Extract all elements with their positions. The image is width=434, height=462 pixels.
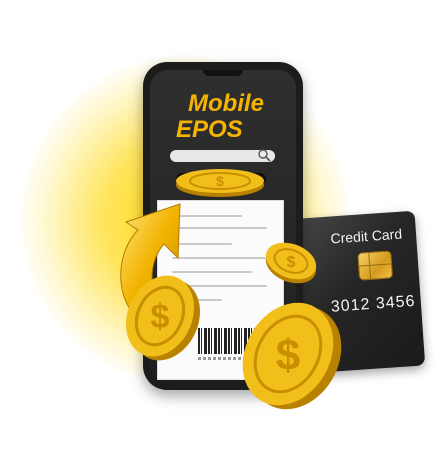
- svg-text:$: $: [216, 173, 224, 189]
- phone-notch: [203, 70, 243, 76]
- search-input[interactable]: [170, 148, 275, 162]
- dollar-coin-icon: $: [176, 169, 264, 197]
- dollar-coin-icon: $: [265, 242, 317, 284]
- dollar-coin-icon: $: [125, 275, 201, 361]
- svg-text:$: $: [287, 254, 296, 271]
- svg-text:$: $: [151, 298, 170, 336]
- app-title-line1: Mobile: [188, 90, 264, 117]
- svg-text:$: $: [276, 331, 300, 380]
- dollar-coin-icon: $: [242, 302, 342, 410]
- card-label: Credit Card: [330, 225, 403, 247]
- card-chip-icon: [357, 250, 394, 281]
- search-icon[interactable]: [257, 148, 271, 162]
- app-title-line2: EPOS: [176, 116, 243, 143]
